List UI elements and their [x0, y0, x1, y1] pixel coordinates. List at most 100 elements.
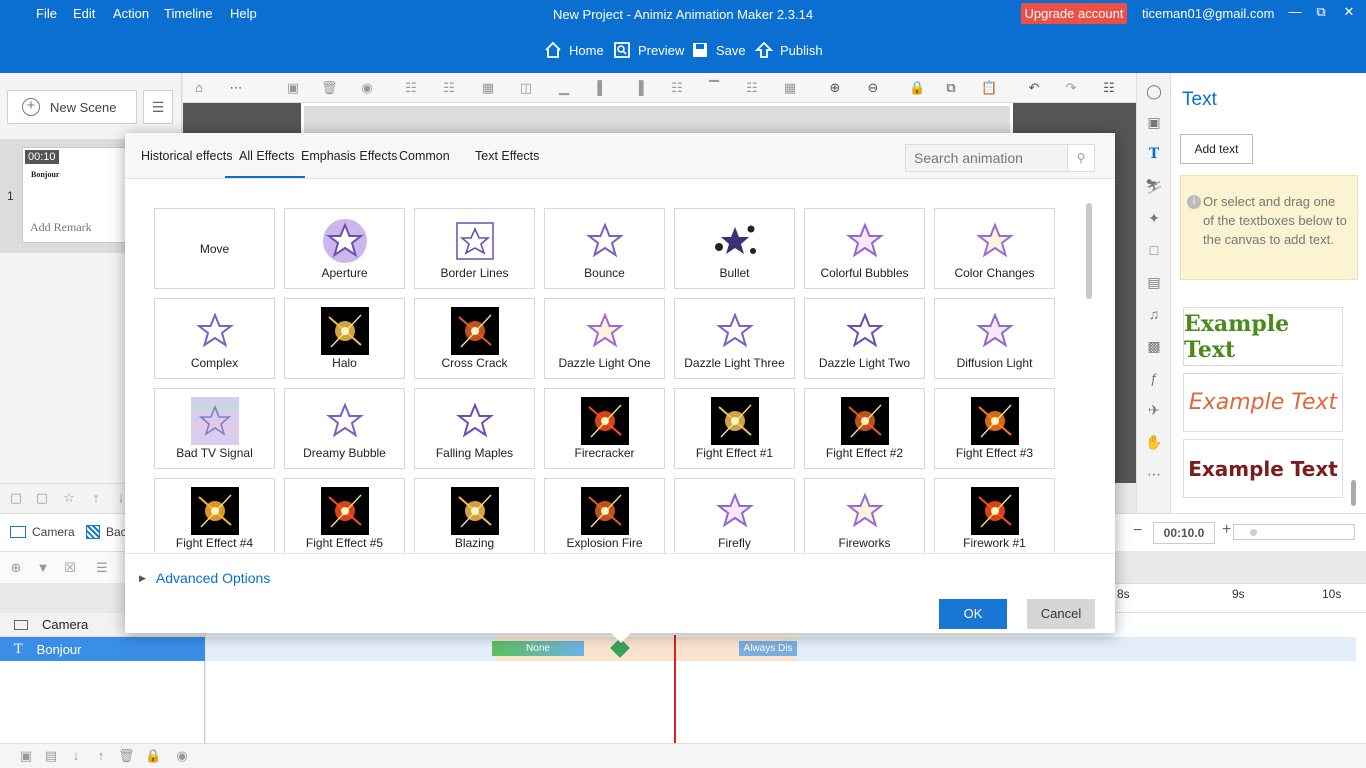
zoom-slider[interactable] — [1233, 524, 1355, 540]
tab-text-effects[interactable]: Text Effects — [475, 149, 539, 163]
user-email[interactable]: ticeman01@gmail.com — [1142, 6, 1274, 21]
clear-filter-icon[interactable]: ☒ — [62, 560, 78, 576]
align-bottom-icon[interactable]: ▁ — [556, 80, 572, 96]
speech-bubble-icon[interactable]: □ — [1145, 241, 1163, 259]
align-middle-icon[interactable]: ☷ — [441, 80, 457, 96]
more-icon[interactable]: ⋯ — [228, 80, 244, 96]
save-button[interactable]: Save — [690, 38, 746, 62]
effect-card-bullet[interactable]: Bullet — [674, 208, 795, 289]
hand-icon[interactable]: ✋ — [1145, 433, 1163, 451]
lock-icon[interactable]: 🔒 — [909, 80, 925, 96]
layer-delete-icon[interactable]: 🗑 — [118, 748, 135, 764]
flip-icon[interactable]: ◫ — [518, 80, 534, 96]
filter-icon[interactable]: ▼ — [35, 560, 51, 576]
folder-layer-icon[interactable]: ▤ — [43, 748, 59, 764]
import-icon[interactable]: ▢ — [8, 490, 24, 506]
advanced-options-toggle[interactable]: ▶ Advanced Options — [139, 570, 270, 586]
preview-button[interactable]: Preview — [612, 38, 684, 62]
scene-options-button[interactable]: ☰ — [143, 90, 173, 124]
align-right-icon[interactable]: ▐ — [631, 80, 647, 96]
effect-card-fight-effect-4[interactable]: Fight Effect #4 — [154, 478, 275, 553]
example-text-orange[interactable]: Example Text — [1183, 373, 1343, 432]
align-vcenter-icon[interactable]: ☷ — [744, 80, 760, 96]
add-layer-icon[interactable]: ▣ — [18, 748, 34, 764]
layer-lock-icon[interactable]: 🔒 — [145, 748, 161, 764]
redo-icon[interactable]: ↷ — [1063, 80, 1079, 96]
effect-card-colorful-bubbles[interactable]: Colorful Bubbles — [804, 208, 925, 289]
layers-icon[interactable]: ☰ — [94, 560, 110, 576]
image-icon[interactable]: ▣ — [1145, 113, 1163, 131]
effect-card-move[interactable]: Move — [154, 208, 275, 289]
add-remark[interactable]: Add Remark — [30, 220, 92, 235]
effect-card-color-changes[interactable]: Color Changes — [934, 208, 1055, 289]
magic-wand-icon[interactable]: ✦ — [1145, 209, 1163, 227]
text-panel-scrollbar[interactable] — [1351, 480, 1356, 506]
new-scene-button[interactable]: + New Scene — [7, 90, 137, 124]
add-text-button[interactable]: Add text — [1180, 134, 1253, 164]
shape-icon[interactable]: ◯ — [1145, 82, 1163, 100]
paste-icon[interactable]: 📋 — [981, 80, 997, 96]
menu-action[interactable]: Action — [113, 6, 149, 21]
video-icon[interactable]: ▩ — [1145, 337, 1163, 355]
visibility-icon[interactable]: ◉ — [174, 748, 190, 764]
distribute-icon[interactable]: ▦ — [480, 80, 496, 96]
effect-card-dazzle-light-one[interactable]: Dazzle Light One — [544, 298, 665, 379]
tab-emphasis-effects[interactable]: Emphasis Effects — [301, 149, 397, 163]
distribute-v-icon[interactable]: ▦ — [782, 80, 798, 96]
publish-button[interactable]: Publish — [754, 38, 823, 62]
delete-icon[interactable]: 🗑 — [321, 80, 338, 96]
effect-card-dreamy-bubble[interactable]: Dreamy Bubble — [284, 388, 405, 469]
camera-button[interactable]: Camera — [10, 525, 75, 539]
ok-button[interactable]: OK — [939, 599, 1007, 629]
effect-card-fight-effect-5[interactable]: Fight Effect #5 — [284, 478, 405, 553]
zoom-out-icon[interactable]: ⊖ — [865, 80, 881, 96]
restore-icon[interactable]: ⧉ — [1309, 4, 1333, 22]
airplane-icon[interactable]: ✈ — [1145, 401, 1163, 419]
align-left-icon[interactable]: ▌ — [594, 80, 610, 96]
effect-card-firecracker[interactable]: Firecracker — [544, 388, 665, 469]
align-center-icon[interactable]: ☷ — [403, 80, 419, 96]
character-icon[interactable]: ⛷ — [1145, 177, 1163, 195]
cancel-button[interactable]: Cancel — [1027, 599, 1095, 629]
effect-card-bad-tv-signal[interactable]: Bad TV Signal — [154, 388, 275, 469]
example-text-maroon[interactable]: Example Text — [1183, 439, 1343, 498]
menu-file[interactable]: File — [36, 6, 57, 21]
text-tool-icon[interactable]: T — [1145, 145, 1163, 163]
plus-time-icon[interactable]: + — [1222, 521, 1231, 539]
folder-icon[interactable]: ▤ — [1145, 273, 1163, 291]
track-bonjour[interactable]: T Bonjour — [0, 637, 205, 661]
tab-historical-effects[interactable]: Historical effects — [141, 149, 232, 163]
home-button[interactable]: Home — [543, 38, 604, 62]
effect-card-blazing[interactable]: Blazing — [414, 478, 535, 553]
effect-card-firefly[interactable]: Firefly — [674, 478, 795, 553]
effect-card-fight-effect-2[interactable]: Fight Effect #2 — [804, 388, 925, 469]
settings-list-icon[interactable]: ☷ — [1101, 80, 1117, 96]
time-input[interactable]: 00:10.0 — [1153, 522, 1215, 544]
copy-object-icon[interactable]: ▣ — [285, 80, 301, 96]
copy-icon[interactable]: ⧉ — [943, 80, 959, 96]
upgrade-account-button[interactable]: Upgrade account — [1021, 3, 1127, 24]
menu-help[interactable]: Help — [230, 6, 257, 21]
effect-card-aperture[interactable]: Aperture — [284, 208, 405, 289]
effect-card-fireworks[interactable]: Fireworks — [804, 478, 925, 553]
effects-scrollbar[interactable] — [1086, 203, 1092, 299]
menu-timeline[interactable]: Timeline — [164, 6, 213, 21]
minus-time-icon[interactable]: − — [1133, 522, 1142, 540]
scene-thumbnail[interactable]: 00:10 Bonjour Add Remark — [22, 147, 126, 243]
exit-animation-bar[interactable]: Always Dis — [739, 641, 797, 656]
effect-card-explosion-fire[interactable]: Explosion Fire — [544, 478, 665, 553]
effect-card-falling-maples[interactable]: Falling Maples — [414, 388, 535, 469]
effect-card-cross-crack[interactable]: Cross Crack — [414, 298, 535, 379]
menu-edit[interactable]: Edit — [73, 6, 95, 21]
music-icon[interactable]: ♫ — [1145, 305, 1163, 323]
move-up-icon[interactable]: ↑ — [88, 490, 104, 506]
zoom-in-icon[interactable]: ⊕ — [827, 80, 843, 96]
effect-card-bounce[interactable]: Bounce — [544, 208, 665, 289]
align-top-icon[interactable]: ▔ — [706, 80, 722, 96]
search-icon[interactable]: ⚲ — [1067, 145, 1094, 171]
minimize-icon[interactable]: — — [1283, 4, 1307, 22]
more-tools-icon[interactable]: ⋯ — [1145, 465, 1163, 483]
effect-card-dazzle-light-two[interactable]: Dazzle Light Two — [804, 298, 925, 379]
enter-animation-bar[interactable]: None — [492, 641, 584, 656]
undo-icon[interactable]: ↶ — [1026, 80, 1042, 96]
